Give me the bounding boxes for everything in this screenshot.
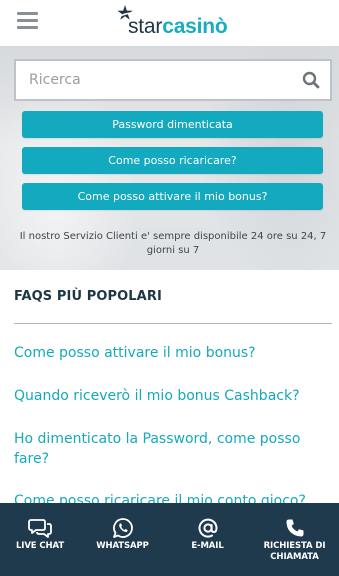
whatsapp-button[interactable]: WHATSAPP [80, 503, 165, 576]
help-hero: Password dimenticata Come posso ricarica… [0, 46, 339, 270]
header: starcasinò [0, 0, 339, 46]
search-input[interactable] [16, 61, 296, 99]
faq-link[interactable]: Ho dimenticato la Password, come posso f… [14, 429, 326, 469]
search-button[interactable] [292, 61, 330, 99]
live-chat-button[interactable]: LIVE CHAT [0, 503, 80, 576]
activate-bonus-button[interactable]: Come posso attivare il mio bonus? [22, 183, 323, 210]
forgot-password-button[interactable]: Password dimenticata [22, 111, 323, 138]
chat-icon [28, 515, 52, 541]
logo-star-word: star [128, 15, 163, 38]
contact-bottom-bar: LIVE CHAT WHATSAPP E-MAIL RICHIESTA DI C… [0, 503, 339, 576]
call-request-button[interactable]: RICHIESTA DI CHIAMATA [250, 503, 339, 576]
whatsapp-icon [112, 515, 134, 541]
phone-icon [285, 515, 305, 541]
search-icon [302, 71, 320, 89]
faq-section-title: FAQS PIÙ POPOLARI [14, 289, 162, 304]
how-to-recharge-button[interactable]: Come posso ricaricare? [22, 147, 323, 174]
live-chat-label: LIVE CHAT [15, 541, 65, 551]
faq-link[interactable]: Come posso attivare il mio bonus? [14, 343, 326, 363]
hamburger-menu-icon[interactable] [17, 12, 38, 30]
call-request-label: RICHIESTA DI CHIAMATA [263, 541, 326, 562]
search-box [14, 59, 332, 101]
logo-casino-word: casinò [162, 15, 228, 38]
logo-text: starcasinò [128, 14, 228, 40]
at-sign-icon [197, 515, 219, 541]
email-button[interactable]: E-MAIL [165, 503, 250, 576]
starcasino-logo[interactable]: starcasinò [116, 4, 228, 40]
whatsapp-label: WHATSAPP [96, 541, 149, 551]
faq-divider [14, 323, 332, 324]
faq-link[interactable]: Quando riceverò il mio bonus Cashback? [14, 386, 326, 406]
email-label: E-MAIL [191, 541, 224, 551]
service-availability-note: Il nostro Servizio Clienti e' sempre dis… [19, 231, 327, 256]
